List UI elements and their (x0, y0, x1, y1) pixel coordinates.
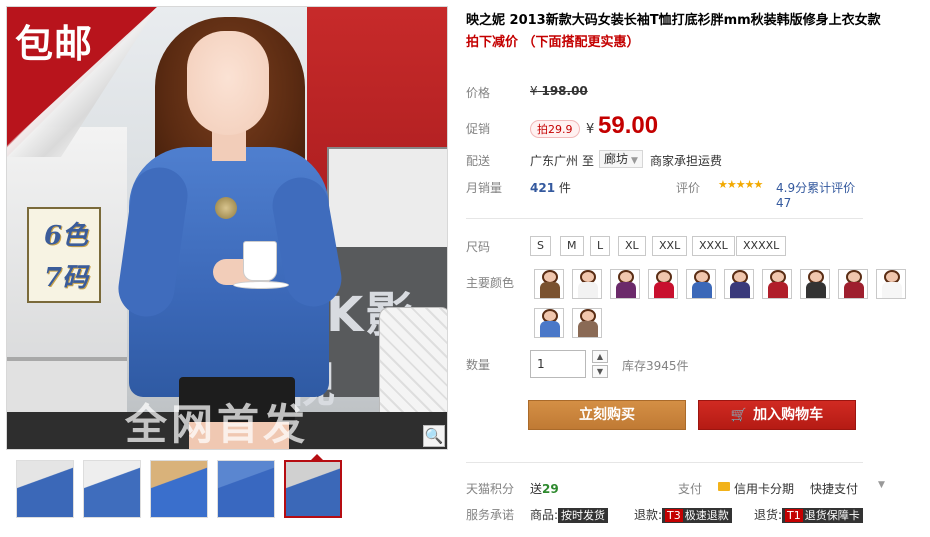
service-refund: 退款: T3 极速退款 (634, 506, 732, 523)
size-option-xxl[interactable]: XXL (652, 236, 688, 256)
product-title: 映之妮 2013新款大码女装长袖T恤打底衫胖mm秋装韩版修身上衣女款 (466, 13, 881, 28)
size-option-s[interactable]: S (530, 236, 551, 256)
points-label: 天猫积分 (466, 482, 515, 496)
quantity-input[interactable]: 1 (530, 350, 586, 378)
ship-to-label: 至 (582, 154, 595, 168)
free-shipping-text: 包邮 (15, 22, 94, 66)
color-swatch-7[interactable] (762, 269, 792, 299)
shipping-label: 配送 (466, 154, 491, 168)
thumbnail-5-selected[interactable] (284, 460, 342, 518)
divider (466, 462, 863, 463)
sale-price: 59.00 (598, 112, 659, 139)
promo-line: 拍下减价 （下面搭配更实惠） (466, 35, 640, 50)
chevron-down-icon[interactable]: ▼ (878, 480, 885, 490)
size-option-xl[interactable]: XL (618, 236, 646, 256)
color-swatch-1[interactable] (534, 269, 564, 299)
credit-installment-option[interactable]: 信用卡分期 (734, 480, 794, 497)
monthly-sales-value: 421 件 (530, 181, 571, 195)
product-image-gallery: AK影视 包邮 6色 7码 全网首发 🔍 (6, 6, 448, 450)
rating-link[interactable]: 4.9分累计评价47 (776, 179, 866, 210)
size-option-xxxl[interactable]: XXXL (692, 236, 735, 256)
coffee-cup (243, 241, 277, 281)
magnifier-icon[interactable]: 🔍 (423, 425, 445, 447)
sale-label: 促销 (466, 122, 491, 136)
buy-now-button[interactable]: 立刻购买 (528, 400, 686, 430)
service-label: 服务承诺 (466, 508, 515, 522)
color-swatch-9[interactable] (838, 269, 868, 299)
thumbnail-1[interactable] (16, 460, 74, 518)
quantity-increase-button[interactable]: ▲ (592, 350, 608, 363)
price-label: 价格 (466, 86, 491, 100)
color-swatch-3[interactable] (610, 269, 640, 299)
monthly-sales-label: 月销量 (466, 181, 503, 195)
color-swatch-11[interactable] (534, 308, 564, 338)
destination-select[interactable]: 廊坊 ▼ (599, 150, 643, 168)
service-goods: 商品: 按时发货 (530, 506, 609, 523)
on-time-delivery-badge[interactable]: 按时发货 (558, 508, 609, 523)
color-swatch-12[interactable] (572, 308, 602, 338)
promo-tag: 拍29.9 (530, 120, 580, 138)
thumbnail-strip (6, 454, 448, 526)
original-price: ¥ 198.00 (530, 84, 588, 98)
service-return: 退货: T1 退货保障卡 (754, 506, 863, 523)
colors-count-text: 6色 (43, 221, 89, 251)
add-to-cart-button[interactable]: 🛒 加入购物车 (698, 400, 856, 430)
product-info: 映之妮 2013新款大码女装长袖T恤打底衫胖mm秋装韩版修身上衣女款 拍下减价 … (466, 10, 922, 54)
quantity-decrease-button[interactable]: ▼ (592, 365, 608, 378)
color-swatch-8[interactable] (800, 269, 830, 299)
payment-label: 支付 (678, 482, 703, 496)
color-swatch-10[interactable] (876, 269, 906, 299)
watermark-text: 全网首发 (125, 400, 310, 449)
thumbnail-3[interactable] (150, 460, 208, 518)
color-swatch-6[interactable] (724, 269, 754, 299)
fast-refund-badge[interactable]: T3 极速退款 (662, 508, 732, 523)
size-label: 尺码 (466, 240, 491, 254)
size-option-m[interactable]: M (560, 236, 584, 256)
free-shipping-corner-badge: 包邮 (7, 7, 157, 157)
color-swatch-2[interactable] (572, 269, 602, 299)
sizes-count-text: 7码 (43, 263, 89, 293)
quantity-label: 数量 (466, 358, 491, 372)
points-payment-row: 天猫积分 送29 支付 信用卡分期 快捷支付 ▼ (466, 480, 922, 500)
ship-from: 广东广州 (530, 154, 579, 168)
size-option-xxxxl[interactable]: XXXXL (736, 236, 787, 256)
sale-currency: ¥ (586, 122, 595, 137)
size-option-l[interactable]: L (590, 236, 611, 256)
divider (466, 218, 863, 219)
stock-count: 库存3945件 (622, 359, 689, 373)
shipping-cost: 商家承担运费 (650, 154, 723, 168)
points-value: 送29 (530, 482, 559, 496)
model-face (187, 31, 269, 135)
fast-pay-option[interactable]: 快捷支付 (810, 480, 858, 497)
color-swatch-5[interactable] (686, 269, 716, 299)
rating-label: 评价 (676, 181, 701, 195)
price-meta: 价格 ¥ 198.00 促销 拍29.9 ¥ 59.00 配送 广东广州 至 廊… (466, 72, 866, 222)
handbag-prop (379, 307, 447, 417)
return-guarantee-badge[interactable]: T1 退货保障卡 (782, 508, 863, 523)
chevron-down-icon: ▼ (631, 156, 638, 166)
color-swatch-4[interactable] (648, 269, 678, 299)
color-label: 主要颜色 (466, 276, 515, 290)
thumbnail-4[interactable] (217, 460, 275, 518)
rating-stars-icon: ★★★★★ (718, 178, 763, 191)
credit-card-icon (718, 482, 730, 491)
thumbnail-selected-arrow (311, 454, 323, 460)
service-row: 服务承诺 商品: 按时发货 退款: T3 极速退款 退货: T1 退货保障卡 (466, 506, 922, 526)
thumbnail-2[interactable] (83, 460, 141, 518)
cart-icon: 🛒 (730, 408, 748, 423)
colors-sizes-badge: 6色 7码 (27, 207, 101, 303)
